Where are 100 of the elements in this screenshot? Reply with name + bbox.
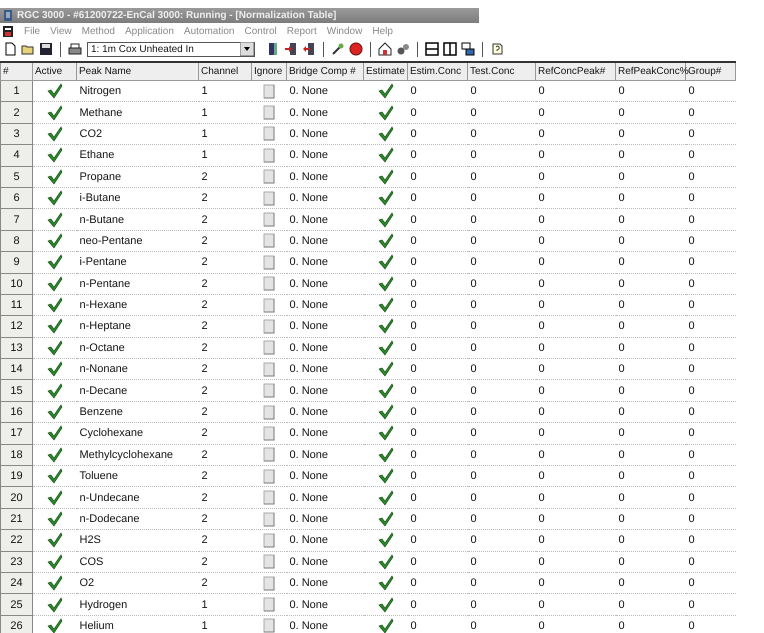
split-horizontal-icon[interactable] bbox=[424, 41, 440, 57]
checkmark-icon[interactable] bbox=[378, 575, 394, 592]
toggle-button[interactable] bbox=[263, 254, 275, 270]
checkmark-icon[interactable] bbox=[378, 147, 394, 164]
row-header[interactable]: 7 bbox=[0, 208, 32, 230]
menu-item[interactable]: Report bbox=[286, 26, 317, 37]
checkmark-icon[interactable] bbox=[378, 168, 394, 185]
checkmark-icon[interactable] bbox=[46, 297, 63, 314]
toggle-button[interactable] bbox=[263, 126, 275, 142]
checkmark-icon[interactable] bbox=[46, 575, 63, 592]
checkmark-icon[interactable] bbox=[46, 554, 63, 570]
toggle-button[interactable] bbox=[263, 597, 275, 612]
row-header[interactable]: 23 bbox=[0, 551, 32, 572]
checkmark-icon[interactable] bbox=[46, 490, 63, 506]
menu-item[interactable]: Control bbox=[244, 26, 277, 37]
checkmark-icon[interactable] bbox=[46, 340, 63, 356]
toggle-button[interactable] bbox=[263, 105, 275, 120]
column-header[interactable]: Active bbox=[32, 62, 76, 80]
row-header[interactable]: 15 bbox=[0, 380, 32, 402]
checkmark-icon[interactable] bbox=[46, 276, 63, 292]
checkmark-icon[interactable] bbox=[46, 126, 63, 142]
row-header[interactable]: 11 bbox=[0, 294, 32, 316]
checkmark-icon[interactable] bbox=[378, 618, 394, 633]
checkmark-icon[interactable] bbox=[46, 382, 63, 399]
column-header[interactable]: Peak Name bbox=[76, 62, 198, 80]
checkmark-icon[interactable] bbox=[378, 596, 394, 613]
printer-icon[interactable] bbox=[67, 41, 83, 57]
checkmark-icon[interactable] bbox=[378, 446, 394, 463]
column-header[interactable]: RefConcPeak# bbox=[536, 62, 616, 80]
toggle-button[interactable] bbox=[263, 84, 275, 99]
checkmark-icon[interactable] bbox=[378, 232, 394, 249]
checkmark-icon[interactable] bbox=[46, 318, 63, 334]
row-header[interactable]: 26 bbox=[0, 615, 32, 633]
toggle-button[interactable] bbox=[263, 576, 275, 591]
toggle-button[interactable] bbox=[263, 554, 275, 570]
checkmark-icon[interactable] bbox=[378, 190, 394, 206]
checkmark-icon[interactable] bbox=[378, 511, 394, 527]
checkmark-icon[interactable] bbox=[378, 404, 394, 420]
row-header[interactable]: 4 bbox=[0, 144, 32, 166]
checkmark-icon[interactable] bbox=[378, 425, 394, 442]
checkmark-icon[interactable] bbox=[378, 554, 394, 570]
column-header[interactable]: Estim.Conc bbox=[408, 62, 468, 80]
checkmark-icon[interactable] bbox=[378, 490, 394, 506]
column-header[interactable]: Channel bbox=[198, 62, 252, 80]
checkmark-icon[interactable] bbox=[378, 340, 394, 356]
arrow-in-icon[interactable] bbox=[283, 41, 299, 57]
row-header[interactable]: 25 bbox=[0, 594, 32, 616]
row-header[interactable]: 2 bbox=[0, 102, 32, 124]
row-header[interactable]: 5 bbox=[0, 166, 32, 188]
row-header[interactable]: 8 bbox=[0, 230, 32, 252]
toggle-button[interactable] bbox=[263, 190, 275, 206]
toggle-button[interactable] bbox=[263, 404, 275, 420]
arrow-out-icon[interactable] bbox=[301, 41, 317, 57]
menu-item[interactable]: Application bbox=[124, 26, 174, 37]
column-header[interactable]: Bridge Comp # bbox=[286, 62, 364, 80]
house-icon[interactable] bbox=[377, 41, 393, 57]
checkmark-icon[interactable] bbox=[378, 297, 394, 314]
row-header[interactable]: 20 bbox=[0, 486, 32, 508]
toggle-button[interactable] bbox=[263, 298, 275, 313]
menu-item[interactable]: Window bbox=[326, 26, 362, 37]
checkmark-icon[interactable] bbox=[46, 168, 63, 185]
row-header[interactable]: 13 bbox=[0, 337, 32, 359]
row-header[interactable]: 16 bbox=[0, 401, 32, 423]
toggle-button[interactable] bbox=[263, 362, 275, 377]
checkmark-icon[interactable] bbox=[378, 382, 394, 399]
row-header[interactable]: 18 bbox=[0, 444, 32, 466]
toggle-button[interactable] bbox=[263, 148, 275, 163]
checkmark-icon[interactable] bbox=[378, 126, 394, 142]
checkmark-icon[interactable] bbox=[378, 212, 394, 228]
checkmark-icon[interactable] bbox=[46, 532, 63, 548]
column-header[interactable]: Ignore bbox=[252, 62, 286, 80]
checkmark-icon[interactable] bbox=[46, 361, 63, 378]
checkmark-icon[interactable] bbox=[378, 104, 394, 121]
row-header[interactable]: 19 bbox=[0, 466, 32, 487]
toggle-button[interactable] bbox=[263, 426, 275, 441]
row-header[interactable]: 24 bbox=[0, 572, 32, 594]
checkmark-icon[interactable] bbox=[378, 318, 394, 334]
checkmark-icon[interactable] bbox=[378, 254, 394, 270]
stream-select[interactable]: 1: 1m Cox Unheated In bbox=[87, 42, 255, 56]
row-header[interactable]: 3 bbox=[0, 123, 32, 145]
row-header[interactable]: 6 bbox=[0, 187, 32, 209]
checkmark-icon[interactable] bbox=[46, 596, 63, 613]
row-header[interactable]: 10 bbox=[0, 273, 32, 294]
column-header[interactable]: # bbox=[0, 62, 32, 80]
menu-item[interactable]: Automation bbox=[184, 26, 234, 37]
toggle-button[interactable] bbox=[263, 340, 275, 356]
checkmark-icon[interactable] bbox=[46, 212, 63, 228]
stop-icon[interactable] bbox=[348, 41, 364, 57]
checkmark-icon[interactable] bbox=[378, 276, 394, 292]
checkmark-icon[interactable] bbox=[46, 404, 63, 420]
row-header[interactable]: 12 bbox=[0, 316, 32, 338]
cascade-icon[interactable] bbox=[460, 41, 476, 57]
toggle-button[interactable] bbox=[263, 468, 275, 484]
column-header[interactable]: Test.Conc bbox=[468, 62, 536, 80]
toggle-button[interactable] bbox=[263, 383, 275, 398]
toggle-button[interactable] bbox=[263, 212, 275, 228]
checkmark-icon[interactable] bbox=[378, 83, 394, 100]
checkmark-icon[interactable] bbox=[378, 468, 394, 484]
checkmark-icon[interactable] bbox=[378, 532, 394, 548]
checkmark-icon[interactable] bbox=[46, 254, 63, 270]
